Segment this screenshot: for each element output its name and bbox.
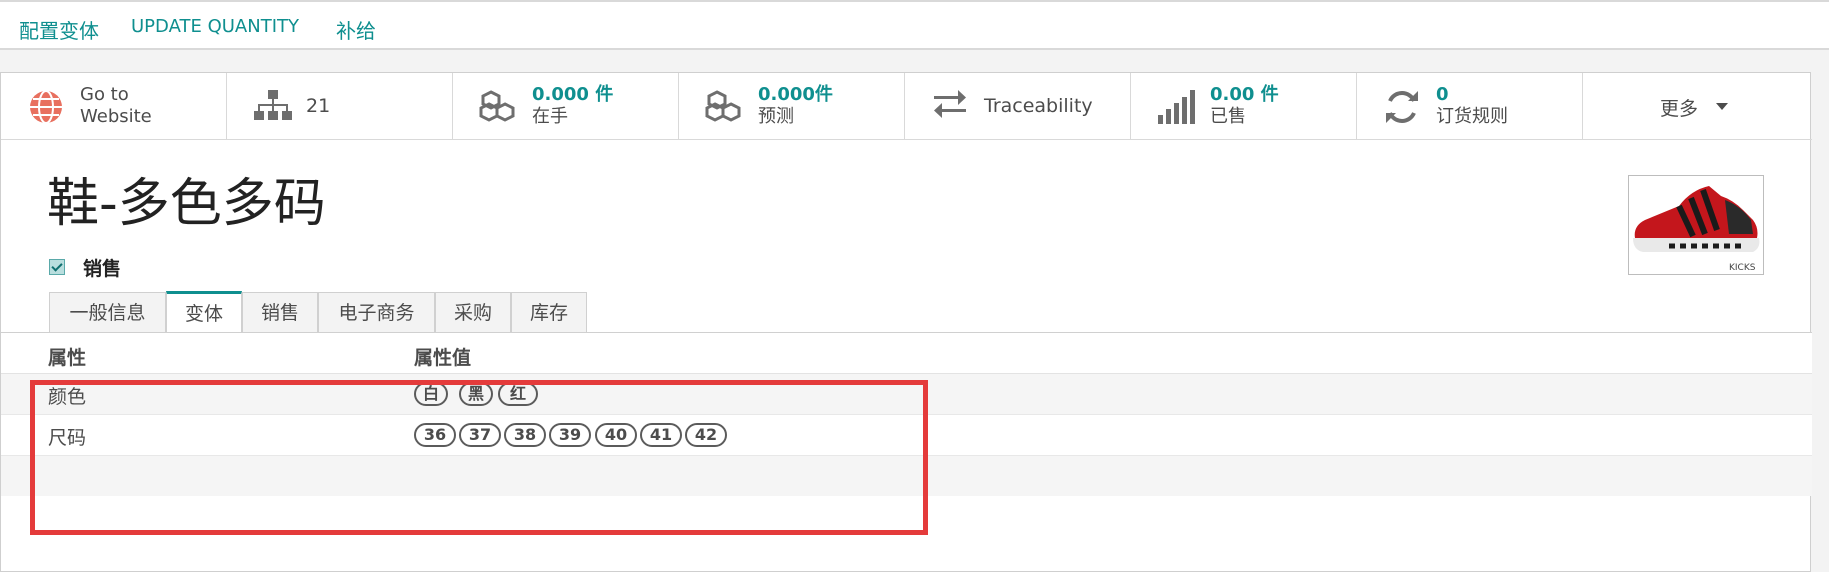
forecasted-label: 预测 — [758, 106, 794, 127]
on-hand-quantity: 0.000 件 — [532, 84, 614, 105]
on-hand-label: 在手 — [532, 106, 568, 127]
attribute-value-tag: 38 — [504, 423, 546, 447]
attributes-table-header: 属性 属性值 — [1, 333, 1812, 374]
reordering-rules-label: 订货规则 — [1436, 106, 1508, 127]
more-dropdown[interactable]: 更多 — [1586, 73, 1812, 139]
smart-button-box: Go to Website 21 0.000 件 在手 0.000件 预测 Tr… — [1, 73, 1812, 140]
product-name[interactable]: 鞋-多色多码 — [47, 178, 326, 230]
tab-sales[interactable]: 销售 — [242, 292, 318, 332]
tab-variants[interactable]: 变体 — [166, 291, 242, 333]
attribute-values-column-header[interactable]: 属性值 — [414, 343, 471, 370]
on-hand-button[interactable]: 0.000 件 在手 — [453, 73, 679, 139]
go-to-website-line2: Website — [80, 106, 152, 127]
table-empty-row — [1, 456, 1812, 496]
can-be-sold-checkbox[interactable] — [49, 259, 65, 275]
attribute-value-tag: 41 — [640, 423, 682, 447]
product-image[interactable]: KICKS — [1628, 175, 1764, 275]
attribute-value-tag: 红 — [498, 382, 538, 406]
sold-label: 已售 — [1210, 106, 1246, 127]
sold-quantity: 0.00 件 — [1210, 84, 1279, 105]
image-watermark-text: KICKS — [1729, 263, 1756, 273]
table-row[interactable]: 颜色 白 黑 红 — [1, 374, 1812, 415]
forecasted-quantity: 0.000件 — [758, 84, 833, 105]
attribute-value-tag: 39 — [549, 423, 591, 447]
attribute-value-tag: 36 — [414, 423, 456, 447]
attribute-column-header[interactable]: 属性 — [48, 343, 86, 370]
caret-down-icon — [1716, 103, 1728, 110]
tab-inventory[interactable]: 库存 — [511, 292, 587, 332]
refresh-icon — [1383, 89, 1421, 125]
sold-button[interactable]: 0.00 件 已售 — [1131, 73, 1357, 139]
attribute-name: 尺码 — [48, 427, 87, 449]
configure-variants-link[interactable]: 配置变体 — [19, 15, 99, 44]
go-to-website-button[interactable]: Go to Website — [1, 73, 227, 139]
variants-count-button[interactable]: 21 — [227, 73, 453, 139]
attribute-name: 颜色 — [48, 386, 87, 408]
reordering-rules-button[interactable]: 0 订货规则 — [1357, 73, 1583, 139]
attribute-value-tag: 白 — [414, 382, 448, 406]
can-be-sold-label: 销售 — [83, 258, 122, 280]
traceability-label: Traceability — [984, 95, 1093, 117]
tab-ecommerce[interactable]: 电子商务 — [318, 292, 435, 332]
table-row[interactable]: 尺码 36 37 38 39 40 41 42 — [1, 415, 1812, 456]
attribute-value-tag: 40 — [595, 423, 637, 447]
traceability-button[interactable]: Traceability — [905, 73, 1131, 139]
attribute-value-tag: 黑 — [459, 382, 493, 406]
variants-count: 21 — [306, 95, 331, 117]
forecasted-button[interactable]: 0.000件 预测 — [679, 73, 905, 139]
attribute-value-tag: 42 — [685, 423, 727, 447]
exchange-icon — [931, 89, 969, 125]
globe-icon — [27, 89, 65, 125]
form-sheet: Go to Website 21 0.000 件 在手 0.000件 预测 Tr… — [0, 72, 1812, 572]
control-panel: 配置变体 UPDATE QUANTITY 补给 — [0, 0, 1829, 50]
tab-purchase[interactable]: 采购 — [435, 292, 511, 332]
reordering-rules-count: 0 — [1436, 84, 1449, 105]
cubes-icon — [479, 89, 517, 125]
update-quantity-button[interactable]: UPDATE QUANTITY — [131, 16, 299, 37]
cubes-icon — [705, 89, 743, 125]
replenish-link[interactable]: 补给 — [336, 15, 376, 44]
go-to-website-line1: Go to — [80, 84, 129, 105]
tab-general-info[interactable]: 一般信息 — [49, 292, 166, 332]
more-label: 更多 — [1660, 98, 1699, 120]
sitemap-icon — [253, 89, 292, 125]
attribute-value-tag: 37 — [459, 423, 501, 447]
signal-bars-icon — [1157, 89, 1195, 125]
